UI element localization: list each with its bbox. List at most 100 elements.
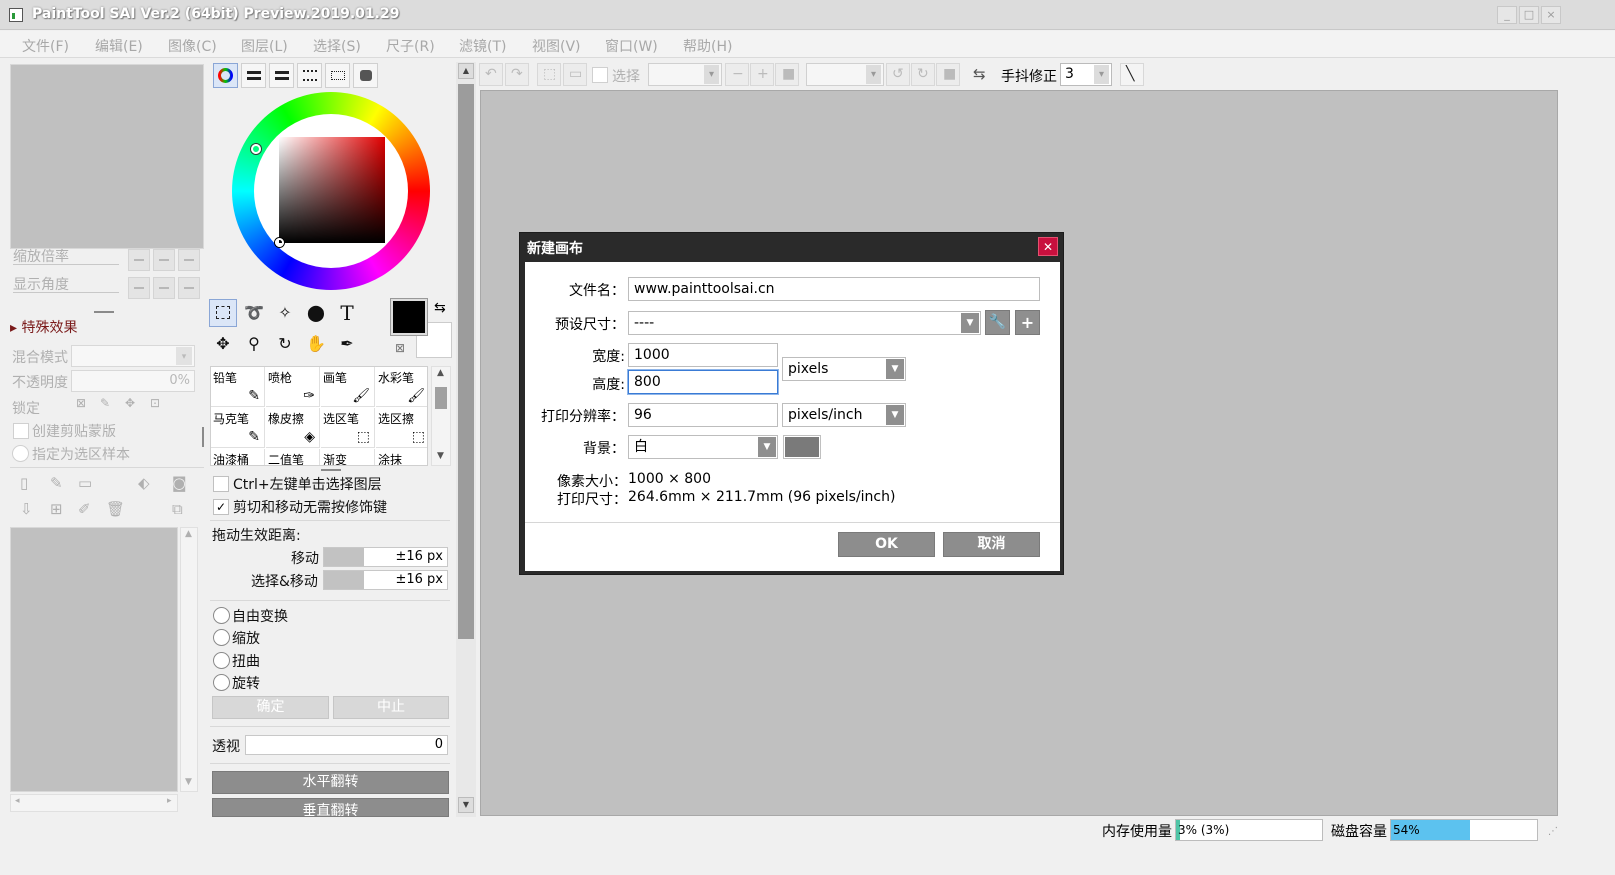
scroll-right-icon[interactable]: ▸ xyxy=(167,796,172,806)
rgb-slider-tab[interactable] xyxy=(241,63,266,88)
invert-selection-button[interactable]: ▭ xyxy=(563,63,587,86)
layer-list[interactable] xyxy=(10,527,178,792)
move-tool[interactable]: ✥ xyxy=(209,330,237,358)
maximize-button[interactable]: □ xyxy=(1519,6,1539,24)
opacity-field[interactable]: 0% xyxy=(71,370,195,392)
lock-move-icon[interactable]: ✥ xyxy=(125,396,135,410)
color-wheel-tab[interactable] xyxy=(213,63,238,88)
flip-horizontal-button[interactable]: 水平翻转 xyxy=(212,771,449,794)
brush-bucket[interactable]: 油漆桶 xyxy=(211,449,265,465)
size-unit-select[interactable]: pixels ▼ xyxy=(782,357,906,381)
flip-view-icon[interactable]: ⇆ xyxy=(973,65,986,83)
rotate-radio[interactable] xyxy=(213,674,230,691)
brush-binary-pen[interactable]: 二值笔 xyxy=(266,449,320,465)
panel-splitter[interactable] xyxy=(321,469,341,471)
zoom-combo[interactable] xyxy=(648,63,722,86)
zoom-reset-button[interactable] xyxy=(178,249,200,271)
zoom-tool[interactable]: ⚲ xyxy=(240,330,268,358)
merge-down-icon[interactable]: ⇩ xyxy=(20,500,33,518)
primary-color-swatch[interactable] xyxy=(391,299,427,335)
rotate-reset-button[interactable] xyxy=(178,277,200,299)
rotate-tool[interactable]: ↻ xyxy=(271,330,299,358)
zoom-slider[interactable] xyxy=(13,264,119,265)
eyedropper-tool[interactable]: ✒ xyxy=(333,330,361,358)
clear-layer-icon[interactable]: ✐ xyxy=(78,500,91,518)
brush-selection-eraser[interactable]: 选区擦 ⬚ xyxy=(376,408,427,448)
rotate-right-button[interactable] xyxy=(153,277,175,299)
lasso-tool[interactable]: ➰ xyxy=(240,299,268,327)
scroll-left-icon[interactable]: ◂ xyxy=(15,796,20,806)
rotate-right-toolbar-button[interactable]: ↻ xyxy=(911,63,935,86)
scroll-thumb[interactable] xyxy=(458,84,474,639)
menu-file[interactable]: 文件(F) xyxy=(22,36,69,56)
delete-layer-icon[interactable]: 🗑 xyxy=(106,500,125,518)
color-picker-marker[interactable] xyxy=(275,238,284,247)
zoom-reset-toolbar-button[interactable]: ■ xyxy=(775,63,799,86)
brush-brush[interactable]: 画笔 🖌 xyxy=(321,367,375,407)
scroll-down-icon[interactable]: ▼ xyxy=(458,797,474,813)
magic-wand-tool[interactable]: ✧ xyxy=(271,299,299,327)
swatches-tab[interactable] xyxy=(325,63,350,88)
brush-blur[interactable]: 涂抹 xyxy=(376,449,427,465)
brush-gradient[interactable]: 渐变 xyxy=(321,449,375,465)
zoom-out-button[interactable] xyxy=(128,249,150,271)
show-selection-checkbox[interactable] xyxy=(592,67,608,83)
menu-edit[interactable]: 编辑(E) xyxy=(95,36,143,56)
preset-select[interactable]: ---- ▼ xyxy=(628,311,981,335)
menu-ruler[interactable]: 尺子(R) xyxy=(386,36,435,56)
lock-all-icon[interactable]: ⊡ xyxy=(150,396,160,410)
navigator-preview[interactable] xyxy=(10,64,204,249)
duplicate-layer-icon[interactable]: ⊞ xyxy=(50,500,63,518)
shape-tool[interactable]: ⬤ xyxy=(302,299,330,327)
scroll-up-icon[interactable]: ▲ xyxy=(185,529,192,539)
new-layer-icon[interactable]: ▯ xyxy=(20,474,28,492)
zoom-out-toolbar-button[interactable]: − xyxy=(725,63,749,86)
layer-properties-icon[interactable]: ⧉ xyxy=(172,500,183,518)
menu-filter[interactable]: 滤镜(T) xyxy=(459,36,506,56)
height-input[interactable]: 800 xyxy=(628,370,778,394)
brush-watercolor[interactable]: 水彩笔 🖌 xyxy=(376,367,427,407)
brush-eraser[interactable]: 橡皮擦 ◈ xyxy=(266,408,320,448)
brush-grid-scrollbar[interactable]: ▲ ▼ xyxy=(431,366,451,466)
resolution-unit-select[interactable]: pixels/inch ▼ xyxy=(782,403,906,427)
scroll-down-icon[interactable]: ▼ xyxy=(437,451,444,461)
panel-splitter[interactable] xyxy=(94,311,114,313)
transform-abort-button[interactable]: 中止 xyxy=(333,696,449,719)
layer-effect-icon[interactable]: ⬖ xyxy=(138,474,150,492)
menu-layer[interactable]: 图层(L) xyxy=(241,36,288,56)
distort-radio[interactable] xyxy=(213,652,230,669)
scroll-up-icon[interactable]: ▲ xyxy=(458,63,474,79)
brush-pencil[interactable]: 铅笔 ✎ xyxy=(211,367,265,407)
angle-slider[interactable] xyxy=(13,292,119,293)
move-distance-slider[interactable]: ±16 px xyxy=(323,547,448,567)
selection-source-checkbox[interactable] xyxy=(12,445,29,462)
scratchpad-tab[interactable] xyxy=(353,63,378,88)
scroll-thumb[interactable] xyxy=(435,387,447,409)
ctrl-click-select-checkbox[interactable] xyxy=(213,476,229,492)
width-input[interactable]: 1000 xyxy=(628,343,778,367)
lock-transparency-icon[interactable]: ⊠ xyxy=(76,396,86,410)
redo-button[interactable]: ↷ xyxy=(505,63,529,86)
deselect-button[interactable]: ⬚ xyxy=(537,63,561,86)
layer-list-hscrollbar[interactable]: ◂ ▸ xyxy=(10,794,178,812)
minimize-button[interactable]: _ xyxy=(1497,6,1517,24)
straight-line-button[interactable]: ╲ xyxy=(1120,63,1144,86)
background-select[interactable]: 白 ▼ xyxy=(628,435,778,459)
rotate-left-toolbar-button[interactable]: ↺ xyxy=(886,63,910,86)
rotate-reset-toolbar-button[interactable]: ■ xyxy=(936,63,960,86)
layer-list-scrollbar[interactable]: ▲ ▼ xyxy=(180,527,198,792)
menu-help[interactable]: 帮助(H) xyxy=(683,36,732,56)
rotation-combo[interactable] xyxy=(806,63,884,86)
saturation-value-square[interactable] xyxy=(275,137,385,247)
new-folder-icon[interactable]: ▭ xyxy=(78,474,92,492)
free-transform-radio[interactable] xyxy=(213,607,230,624)
scroll-up-icon[interactable]: ▲ xyxy=(437,368,444,378)
add-preset-button[interactable]: + xyxy=(1015,310,1040,335)
filename-input[interactable]: www.painttoolsai.cn xyxy=(628,277,1040,301)
panel-splitter-vertical[interactable] xyxy=(202,427,204,447)
transparent-color-icon[interactable]: ⊠ xyxy=(395,341,405,355)
lock-paint-icon[interactable]: ✎ xyxy=(100,396,110,410)
brush-selection-pen[interactable]: 选区笔 ⬚ xyxy=(321,408,375,448)
flip-vertical-button[interactable]: 垂直翻转 xyxy=(212,798,449,817)
effects-toggle[interactable]: ▸ 特殊效果 xyxy=(10,317,77,337)
